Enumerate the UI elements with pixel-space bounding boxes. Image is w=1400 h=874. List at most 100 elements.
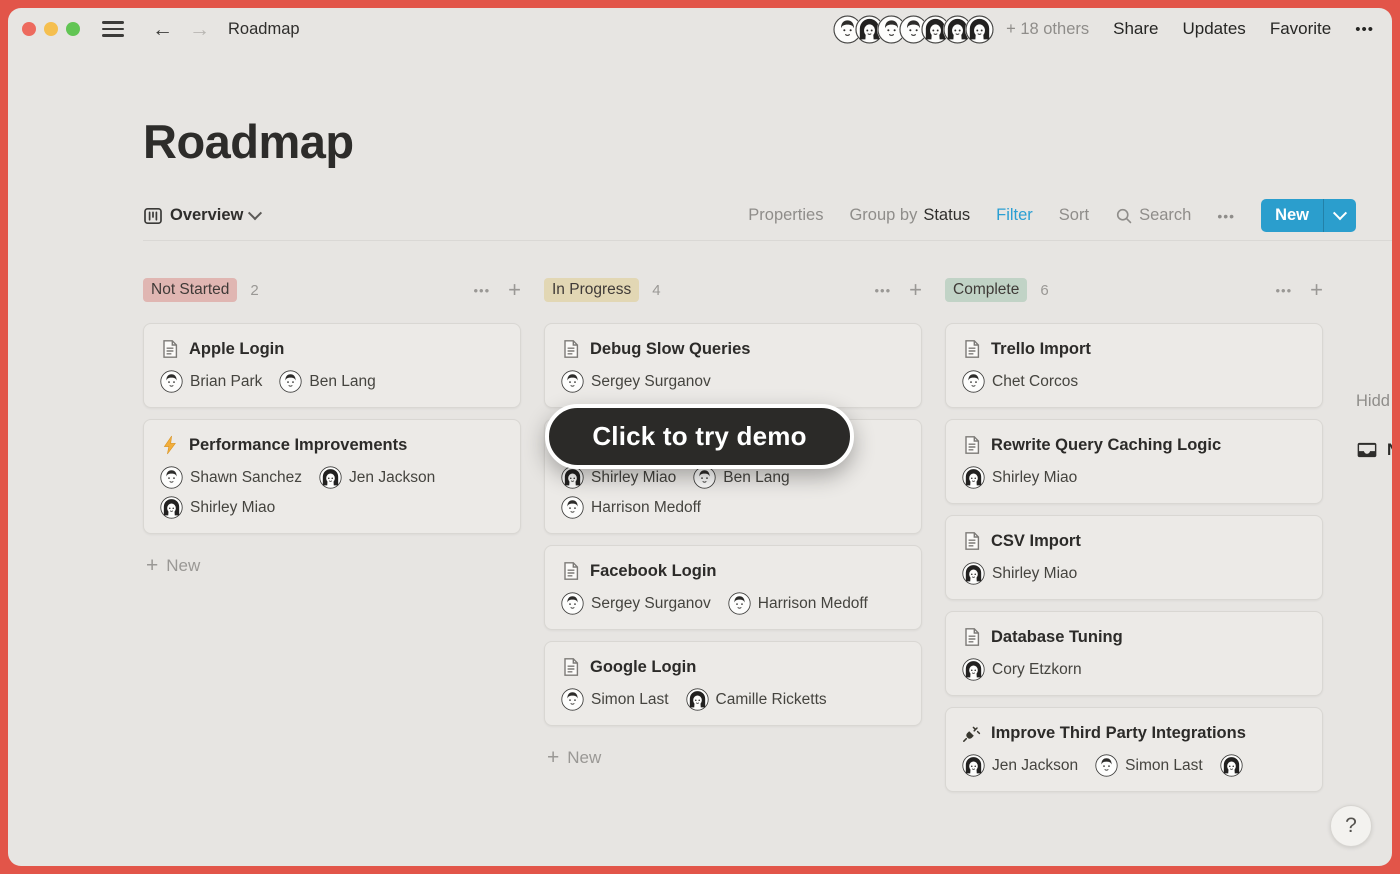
- assignee: Simon Last: [1095, 754, 1203, 777]
- assignee-name: Shirley Miao: [992, 565, 1077, 583]
- assignee: Cory Etzkorn: [962, 658, 1082, 681]
- updates-button[interactable]: Updates: [1182, 19, 1245, 39]
- hidden-column-item[interactable]: N: [1356, 439, 1392, 461]
- avatar: [693, 466, 716, 489]
- column-status-badge[interactable]: In Progress: [544, 278, 639, 302]
- column-more-icon[interactable]: •••: [473, 283, 490, 298]
- breadcrumb[interactable]: Roadmap: [228, 20, 300, 39]
- try-demo-button[interactable]: Click to try demo: [545, 404, 854, 469]
- board-view-icon: [143, 206, 163, 226]
- column-count: 2: [250, 282, 258, 299]
- user-avatar[interactable]: [965, 15, 994, 44]
- task-card[interactable]: Database Tuning Cory Etzkorn: [945, 611, 1323, 696]
- assignee: Sergey Surganov: [561, 592, 711, 615]
- share-button[interactable]: Share: [1113, 19, 1158, 39]
- plug-icon: [962, 723, 982, 743]
- chevron-down-icon: [248, 206, 262, 220]
- task-card[interactable]: Debug Slow Queries Sergey Surganov: [544, 323, 922, 408]
- avatar: [160, 370, 183, 393]
- properties-button[interactable]: Properties: [748, 206, 823, 225]
- assignee-name: Brian Park: [190, 373, 262, 391]
- task-card[interactable]: Facebook Login Sergey Surganov Harrison …: [544, 545, 922, 630]
- task-card[interactable]: Performance Improvements Shawn Sanchez J…: [143, 419, 521, 534]
- group-by-label: Group by: [849, 206, 917, 225]
- avatar: [160, 466, 183, 489]
- assignee: Sergey Surganov: [561, 370, 711, 393]
- card-assignees: Shirley Miao: [962, 562, 1306, 585]
- task-card[interactable]: Trello Import Chet Corcos: [945, 323, 1323, 408]
- column-add-icon[interactable]: +: [909, 280, 922, 300]
- new-card-label: New: [166, 556, 200, 576]
- view-tab-overview[interactable]: Overview: [143, 206, 260, 226]
- inbox-icon: [1356, 439, 1378, 461]
- hidden-columns-section: Hidd N: [1356, 392, 1392, 461]
- task-card[interactable]: Rewrite Query Caching Logic Shirley Miao: [945, 419, 1323, 504]
- card-assignees: Sergey Surganov Harrison Medoff: [561, 592, 905, 615]
- others-count[interactable]: + 18 others: [1006, 20, 1089, 39]
- assignee: Shirley Miao: [160, 496, 275, 519]
- card-title: Performance Improvements: [189, 436, 407, 455]
- new-button-dropdown[interactable]: [1323, 199, 1356, 232]
- assignee: Ben Lang: [279, 370, 375, 393]
- minimize-window-icon[interactable]: [44, 22, 58, 36]
- assignee-name: Shawn Sanchez: [190, 469, 302, 487]
- menu-icon[interactable]: [102, 21, 124, 37]
- column-more-icon[interactable]: •••: [874, 283, 891, 298]
- document-icon: [962, 435, 982, 455]
- assignee: Brian Park: [160, 370, 262, 393]
- assignee: Jen Jackson: [962, 754, 1078, 777]
- filter-button[interactable]: Filter: [996, 206, 1033, 225]
- hidden-columns-label[interactable]: Hidd: [1356, 392, 1392, 411]
- column-more-icon[interactable]: •••: [1275, 283, 1292, 298]
- plus-icon: +: [547, 746, 559, 770]
- new-button-label[interactable]: New: [1261, 199, 1323, 232]
- board-column: Not Started 2 ••• + Apple Login Brian Pa…: [143, 277, 521, 578]
- avatar: [962, 754, 985, 777]
- assignee-name: Simon Last: [1125, 757, 1203, 775]
- assignee: [1220, 754, 1243, 777]
- column-count: 6: [1040, 282, 1048, 299]
- favorite-button[interactable]: Favorite: [1270, 19, 1331, 39]
- task-card[interactable]: Google Login Simon Last Camille Ricketts: [544, 641, 922, 726]
- assignee-name: Sergey Surganov: [591, 595, 711, 613]
- assignee-name: Harrison Medoff: [758, 595, 868, 613]
- forward-arrow-icon[interactable]: →: [189, 19, 210, 40]
- back-arrow-icon[interactable]: ←: [152, 19, 173, 40]
- column-header: Complete 6 ••• +: [945, 277, 1323, 303]
- card-title: Improve Third Party Integrations: [991, 724, 1246, 743]
- card-assignees: Simon Last Camille Ricketts: [561, 688, 905, 711]
- card-title: Apple Login: [189, 340, 284, 359]
- chevron-down-icon: [1333, 206, 1347, 220]
- new-card-button[interactable]: + New: [547, 746, 922, 770]
- assignee-name: Chet Corcos: [992, 373, 1078, 391]
- document-icon: [561, 339, 581, 359]
- column-status-badge[interactable]: Not Started: [143, 278, 237, 302]
- board-columns: Not Started 2 ••• + Apple Login Brian Pa…: [143, 277, 1392, 803]
- new-button[interactable]: New: [1261, 199, 1356, 232]
- title-bar: ← → Roadmap + 18 others Share Updates Fa…: [8, 8, 1392, 50]
- assignee-name: Shirley Miao: [992, 469, 1077, 487]
- avatar-stack: [833, 15, 994, 44]
- close-window-icon[interactable]: [22, 22, 36, 36]
- more-options-icon[interactable]: •••: [1355, 21, 1374, 38]
- assignee: Harrison Medoff: [561, 496, 701, 519]
- column-status-badge[interactable]: Complete: [945, 278, 1027, 302]
- sort-button[interactable]: Sort: [1059, 206, 1089, 225]
- card-list: Debug Slow Queries Sergey Surganov Add A…: [544, 323, 922, 726]
- task-card[interactable]: Apple Login Brian Park Ben Lang: [143, 323, 521, 408]
- new-card-button[interactable]: + New: [146, 554, 521, 578]
- assignee: Shirley Miao: [561, 466, 676, 489]
- search-button[interactable]: Search: [1115, 206, 1191, 225]
- column-add-icon[interactable]: +: [1310, 280, 1323, 300]
- help-button[interactable]: ?: [1330, 805, 1372, 847]
- column-add-icon[interactable]: +: [508, 280, 521, 300]
- task-card[interactable]: Improve Third Party Integrations Jen Jac…: [945, 707, 1323, 792]
- group-by-button[interactable]: Group by Status: [849, 206, 970, 225]
- card-list: Apple Login Brian Park Ben Lang Performa…: [143, 323, 521, 534]
- app-window: ← → Roadmap + 18 others Share Updates Fa…: [8, 8, 1392, 866]
- task-card[interactable]: CSV Import Shirley Miao: [945, 515, 1323, 600]
- zoom-window-icon[interactable]: [66, 22, 80, 36]
- avatar: [319, 466, 342, 489]
- assignee-name: Harrison Medoff: [591, 499, 701, 517]
- view-more-icon[interactable]: •••: [1217, 208, 1235, 224]
